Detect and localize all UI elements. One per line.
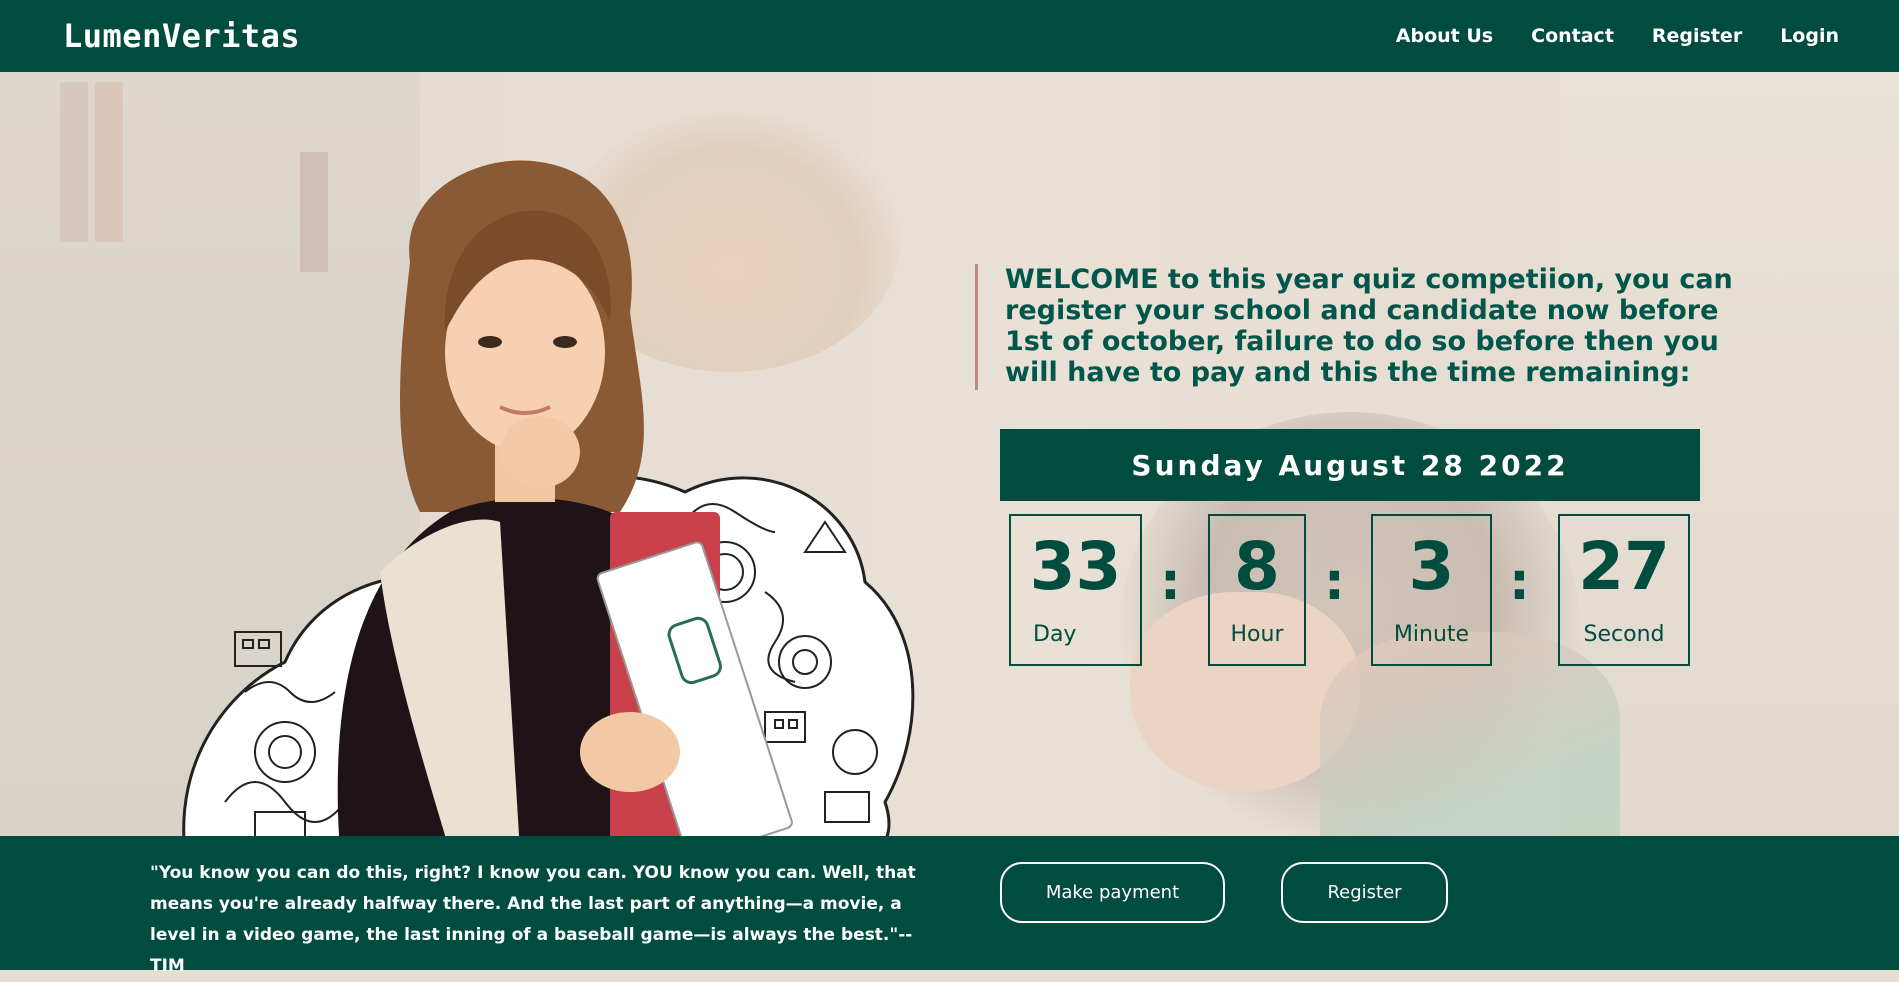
countdown-separator: :	[1324, 552, 1345, 612]
countdown-hours-box: 8 Hour	[1208, 514, 1306, 666]
nav-about-us-link[interactable]: About Us	[1396, 25, 1493, 47]
countdown-hours-value: 8	[1234, 528, 1280, 605]
countdown-separator: :	[1160, 552, 1181, 612]
top-navbar: LumenVeritas About Us Contact Register L…	[0, 0, 1899, 72]
footer-bar: "You know you can do this, right? I know…	[0, 836, 1899, 976]
hero-section: WELCOME to this year quiz competiion, yo…	[0, 72, 1899, 836]
countdown-minutes-box: 3 Minute	[1371, 514, 1492, 666]
countdown-seconds-value: 27	[1578, 528, 1670, 605]
countdown-days-value: 33	[1029, 528, 1122, 605]
countdown-days-box: 33 Day	[1009, 514, 1142, 666]
countdown-separator: :	[1509, 552, 1530, 612]
countdown-seconds-box: 27 Second	[1558, 514, 1690, 666]
make-payment-button[interactable]: Make payment	[1000, 862, 1225, 923]
motivational-quote: "You know you can do this, right? I know…	[150, 863, 916, 976]
student-illustration	[337, 160, 793, 836]
nav-register-link[interactable]: Register	[1652, 25, 1742, 47]
countdown-days-label: Day	[1033, 622, 1077, 647]
main-nav: About Us Contact Register Login	[1396, 0, 1839, 72]
countdown-minutes-label: Minute	[1393, 622, 1470, 647]
nav-contact-link[interactable]: Contact	[1531, 25, 1614, 47]
register-button[interactable]: Register	[1281, 862, 1448, 923]
countdown-minutes-value: 3	[1408, 528, 1455, 605]
nav-login-link[interactable]: Login	[1780, 25, 1839, 47]
countdown-hours-label: Hour	[1230, 622, 1284, 647]
countdown-date-banner: Sunday August 28 2022	[1000, 429, 1700, 501]
countdown-seconds-label: Second	[1583, 622, 1665, 647]
brand-logo[interactable]: LumenVeritas	[63, 17, 300, 55]
welcome-message: WELCOME to this year quiz competiion, yo…	[975, 264, 1755, 390]
